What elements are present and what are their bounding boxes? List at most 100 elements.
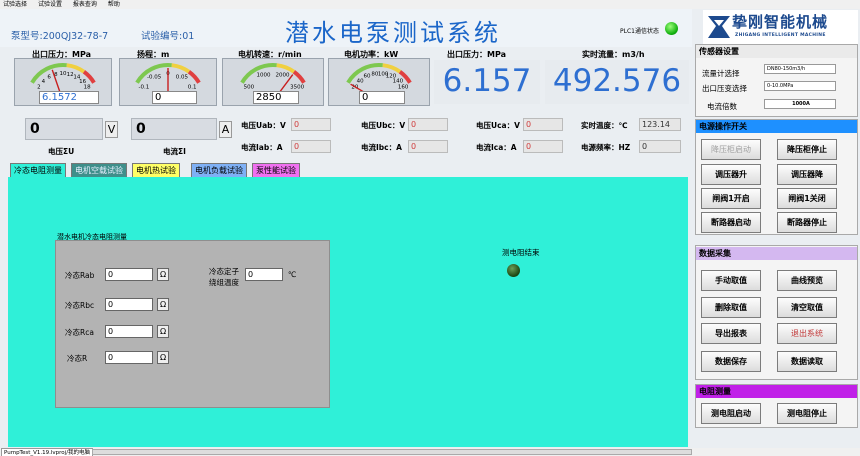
gauge-tick-label: 2 — [37, 85, 41, 91]
breaker-start-button[interactable]: 断路器启动 — [701, 212, 761, 233]
project-path: PumpTest_V1.19.lvproj/我的电脑 — [1, 448, 94, 456]
stator-temp-unit: ℃ — [288, 270, 297, 279]
uca-value: 0 — [523, 118, 563, 131]
voltage-regulator-down-button[interactable]: 调压器降 — [777, 164, 837, 185]
stator-temp-label-1: 冷态定子 — [209, 267, 239, 276]
menu-test-settings[interactable]: 试验设置 — [38, 0, 62, 9]
gauge-tick-label: 2000 — [275, 73, 289, 79]
gauge-tick-label: 0.05 — [176, 75, 189, 81]
freq-label: 电源频率：HZ — [581, 143, 631, 152]
r-input[interactable]: 0 — [105, 351, 153, 364]
manual-sample-button[interactable]: 手动取值 — [701, 270, 761, 291]
temp-label: 实时温度：℃ — [581, 121, 628, 130]
flowmeter-label: 流量计选择 — [702, 69, 740, 78]
resistance-title: 电阻测量 — [696, 385, 857, 398]
measure-end-label: 测电阻结束 — [502, 248, 540, 257]
tab-load-test[interactable]: 电机负载试验 — [191, 163, 247, 177]
voltage-total-value: 0 — [25, 118, 103, 140]
ica-value: 0 — [523, 140, 563, 153]
load-data-button[interactable]: 数据读取 — [777, 351, 837, 372]
current-total-label: 电流ΣI — [163, 147, 186, 156]
delete-sample-button[interactable]: 删除取值 — [701, 297, 761, 318]
pressure-sensor-select[interactable]: 0-10.0MPa — [764, 81, 836, 91]
r-unit: Ω — [157, 351, 169, 364]
gauge-tick-label: 500 — [244, 85, 255, 91]
test-number-value: 01 — [182, 31, 195, 42]
data-acquisition-title: 数据采集 — [696, 247, 857, 260]
current-ratio-field[interactable]: 1000A — [764, 99, 836, 109]
step-down-cabinet-stop-button[interactable]: 降压柜停止 — [777, 139, 837, 160]
breaker-stop-button[interactable]: 断路器停止 — [777, 212, 837, 233]
flow-value: 492.576 — [545, 60, 689, 104]
flowmeter-select[interactable]: DN80-150m3/h — [764, 64, 836, 74]
iab-label: 电流Iab：A — [241, 143, 283, 152]
gauge-tick-label: 3500 — [290, 85, 304, 91]
head-gauge: -0.1-0.0500.050.1 0 — [119, 58, 217, 106]
logo-subtitle: ZHIGANG INTELLIGENT MACHINE — [735, 33, 826, 38]
tab-no-load-test-label: 电机空载试验 — [75, 166, 123, 175]
exit-system-button[interactable]: 退出系统 — [777, 323, 837, 344]
voltage-regulator-up-button[interactable]: 调压器升 — [701, 164, 761, 185]
sensor-settings-title: 传感器设置 — [696, 45, 857, 58]
horizontal-scrollbar[interactable] — [92, 449, 692, 455]
valve-1-close-button[interactable]: 闸阀1关闭 — [777, 188, 837, 209]
tab-cold-resistance-label: 冷态电阻测量 — [14, 166, 62, 175]
curve-preview-button[interactable]: 曲线预览 — [777, 270, 837, 291]
rab-input[interactable]: 0 — [105, 268, 153, 281]
rbc-unit: Ω — [157, 298, 169, 311]
gauge-tick-label: -0.05 — [147, 75, 162, 81]
gauge-band — [171, 63, 191, 74]
gauge-band — [66, 63, 86, 74]
resistance-measure-start-button[interactable]: 测电阻启动 — [701, 403, 761, 424]
ica-label: 电流Ica：A — [476, 143, 517, 152]
export-report-button[interactable]: 导出报表 — [701, 323, 761, 344]
test-number-label: 试验编号: — [141, 31, 183, 42]
tab-pump-performance[interactable]: 泵性能试验 — [252, 163, 300, 177]
tab-cold-resistance[interactable]: 冷态电阻测量 — [10, 163, 66, 177]
tab-no-load-test[interactable]: 电机空载试验 — [71, 163, 127, 177]
stator-temp-input[interactable]: 0 — [245, 268, 283, 281]
menu-bar: 试验选择 试验设置 报表查询 帮助 — [0, 0, 860, 9]
pressure-sensor-label: 出口压变选择 — [702, 84, 747, 93]
gauge-tick-label: -0.1 — [139, 85, 150, 91]
current-total-value: 0 — [131, 118, 217, 140]
head-gauge-value: 0 — [152, 91, 197, 104]
speed-gauge-value: 2850 — [253, 91, 299, 104]
step-down-cabinet-start-button[interactable]: 降压柜启动 — [701, 139, 761, 160]
logo-mark-icon — [708, 16, 730, 38]
save-data-button[interactable]: 数据保存 — [701, 351, 761, 372]
menu-help[interactable]: 帮助 — [108, 0, 120, 9]
current-ratio-label: 电流倍数 — [707, 102, 737, 111]
rca-input[interactable]: 0 — [105, 325, 153, 338]
outlet-pressure-label: 出口压力：MPa — [447, 50, 507, 59]
gauge-band — [276, 63, 296, 74]
pump-model-value: 200QJ32-78-7 — [42, 31, 109, 42]
gauge-tick-label: 4 — [42, 79, 46, 85]
speed-gauge: 500 1000 2000 3500 2850 — [222, 58, 324, 106]
tab-load-test-label: 电机负载试验 — [195, 166, 243, 175]
menu-test-select[interactable]: 试验选择 — [3, 0, 27, 9]
rca-unit: Ω — [157, 325, 169, 338]
rbc-input[interactable]: 0 — [105, 298, 153, 311]
gauge-tick-label: 6 — [47, 75, 51, 81]
r-label: 冷态R — [67, 354, 88, 363]
uab-label: 电压Uab：V — [241, 121, 286, 130]
menu-report-query[interactable]: 报表查询 — [73, 0, 97, 9]
pump-model: 泵型号:200QJ32-78-7 — [11, 28, 108, 42]
temp-value: 123.14 — [639, 118, 681, 131]
flow-label: 实时流量：m3/h — [582, 50, 645, 59]
ubc-label: 电压Ubc：V — [361, 121, 406, 130]
test-number: 试验编号:01 — [141, 28, 194, 42]
power-gauge: 20 40 60 80 100 120 140 160 0 — [328, 58, 430, 106]
tab-heat-test[interactable]: 电机热试验 — [132, 163, 180, 177]
tab-pump-performance-label: 泵性能试验 — [256, 166, 296, 175]
cold-resistance-panel — [55, 240, 330, 408]
ubc-value: 0 — [408, 118, 448, 131]
clear-samples-button[interactable]: 清空取值 — [777, 297, 837, 318]
valve-1-open-button[interactable]: 闸阀1开启 — [701, 188, 761, 209]
uab-value: 0 — [291, 118, 331, 131]
uca-label: 电压Uca：V — [476, 121, 520, 130]
voltage-unit: V — [105, 121, 118, 138]
resistance-measure-stop-button[interactable]: 测电阻停止 — [777, 403, 837, 424]
pressure-gauge-value: 6.1572 — [39, 91, 99, 104]
